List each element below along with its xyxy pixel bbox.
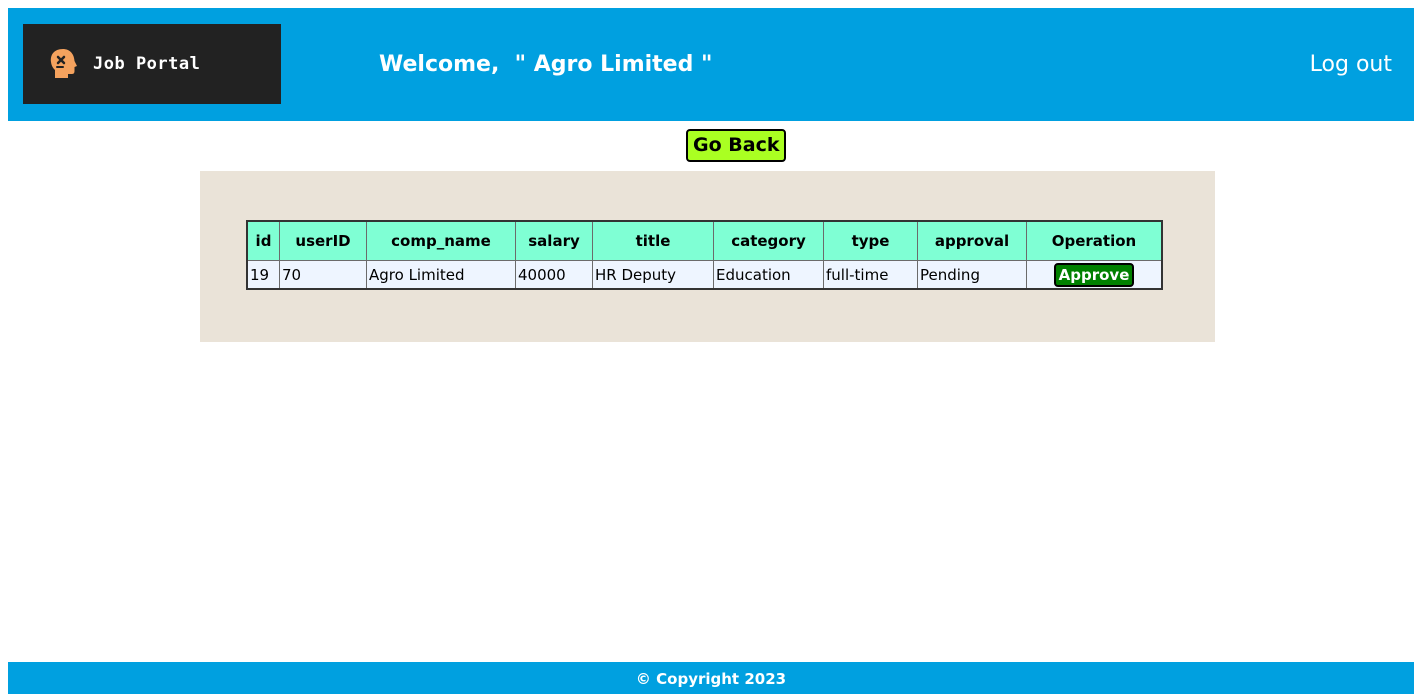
- cell-category: Education: [713, 260, 824, 290]
- table-header-row: id userID comp_name salary title categor…: [246, 220, 1163, 261]
- cell-id: 19: [246, 260, 280, 290]
- header-bar: Job Portal Welcome, " Agro Limited " Log…: [8, 8, 1414, 121]
- column-header-id: id: [246, 220, 280, 261]
- cell-comp-name: Agro Limited: [366, 260, 516, 290]
- copyright-text: © Copyright 2023: [635, 670, 787, 688]
- column-header-salary: salary: [515, 220, 593, 261]
- logo[interactable]: Job Portal: [23, 24, 281, 104]
- logo-text: Job Portal: [93, 54, 201, 74]
- jobs-panel: id userID comp_name salary title categor…: [200, 171, 1215, 342]
- cell-approval: Pending: [917, 260, 1027, 290]
- column-header-category: category: [713, 220, 824, 261]
- go-back-button[interactable]: Go Back: [686, 129, 787, 162]
- approve-button[interactable]: Approve: [1053, 262, 1135, 287]
- jobs-table: id userID comp_name salary title categor…: [246, 220, 1163, 290]
- column-header-approval: approval: [917, 220, 1027, 261]
- column-header-title: title: [592, 220, 714, 261]
- cell-title: HR Deputy: [592, 260, 714, 290]
- cell-salary: 40000: [515, 260, 593, 290]
- cell-operation: Approve: [1026, 260, 1163, 290]
- column-header-operation: Operation: [1026, 220, 1163, 261]
- thinking-head-icon: [47, 47, 79, 81]
- cell-userid: 70: [279, 260, 367, 290]
- footer-bar: © Copyright 2023: [8, 662, 1414, 694]
- table-row: 19 70 Agro Limited 40000 HR Deputy Educa…: [246, 260, 1163, 290]
- column-header-userid: userID: [279, 220, 367, 261]
- column-header-type: type: [823, 220, 918, 261]
- cell-type: full-time: [823, 260, 918, 290]
- logout-link[interactable]: Log out: [1310, 52, 1392, 77]
- welcome-message: Welcome, " Agro Limited ": [379, 52, 713, 77]
- column-header-comp-name: comp_name: [366, 220, 516, 261]
